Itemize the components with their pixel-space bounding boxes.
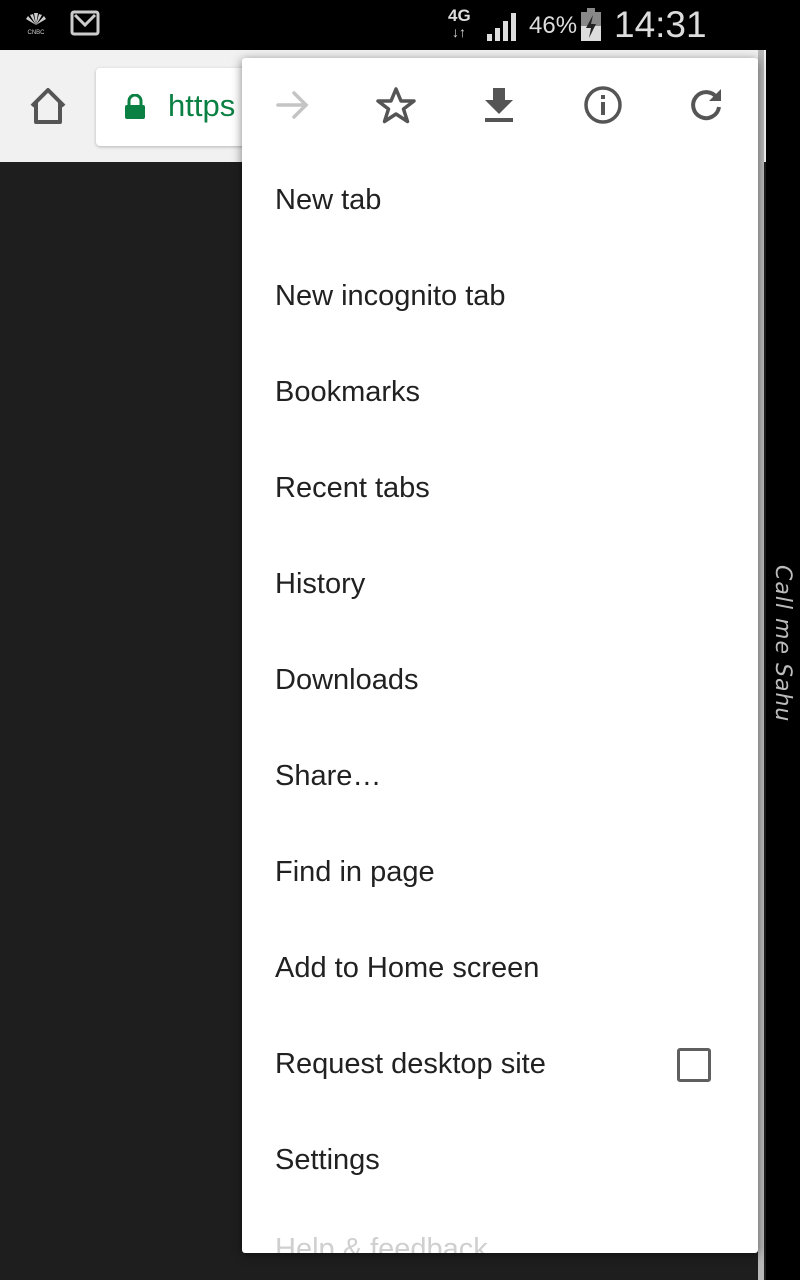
forward-icon[interactable] — [270, 82, 316, 128]
overflow-menu: New tab New incognito tab Bookmarks Rece… — [242, 58, 758, 1253]
url-text[interactable]: https — [168, 88, 235, 124]
menu-item-history[interactable]: History — [275, 568, 365, 601]
svg-text:CNBC: CNBC — [27, 30, 45, 35]
edge-line — [758, 50, 764, 1280]
menu-item-settings[interactable]: Settings — [275, 1144, 380, 1177]
signal-icon — [486, 10, 520, 47]
request-desktop-site-checkbox[interactable] — [677, 1048, 711, 1082]
status-bar: CNBC 4G ↓↑ 46% 14:31 — [0, 0, 800, 50]
home-button[interactable] — [26, 84, 70, 133]
menu-item-bookmarks[interactable]: Bookmarks — [275, 376, 420, 409]
menu-item-new-tab[interactable]: New tab — [275, 184, 381, 217]
menu-item-recent-tabs[interactable]: Recent tabs — [275, 472, 430, 505]
info-icon[interactable] — [580, 82, 626, 128]
battery-percent: 46% — [529, 12, 578, 39]
network-indicator: 4G ↓↑ — [448, 6, 471, 40]
menu-item-request-desktop-site[interactable]: Request desktop site — [275, 1048, 546, 1081]
menu-item-add-to-home-screen[interactable]: Add to Home screen — [275, 952, 539, 985]
reload-icon[interactable] — [683, 82, 729, 128]
menu-item-share[interactable]: Share… — [275, 760, 381, 793]
cnbc-icon: CNBC — [22, 11, 50, 40]
watermark: Call me Sahu — [770, 565, 795, 723]
menu-item-downloads[interactable]: Downloads — [275, 664, 418, 697]
menu-item-new-incognito-tab[interactable]: New incognito tab — [275, 280, 506, 313]
menu-icon-row — [242, 58, 758, 153]
menu-item-help-feedback[interactable]: Help & feedback — [275, 1233, 488, 1253]
menu-item-find-in-page[interactable]: Find in page — [275, 856, 435, 889]
download-icon[interactable] — [476, 82, 522, 128]
bookmark-star-icon[interactable] — [373, 82, 419, 128]
gmail-icon — [70, 10, 100, 41]
clock: 14:31 — [614, 4, 707, 45]
lock-icon — [124, 93, 146, 125]
battery-icon — [580, 8, 602, 47]
